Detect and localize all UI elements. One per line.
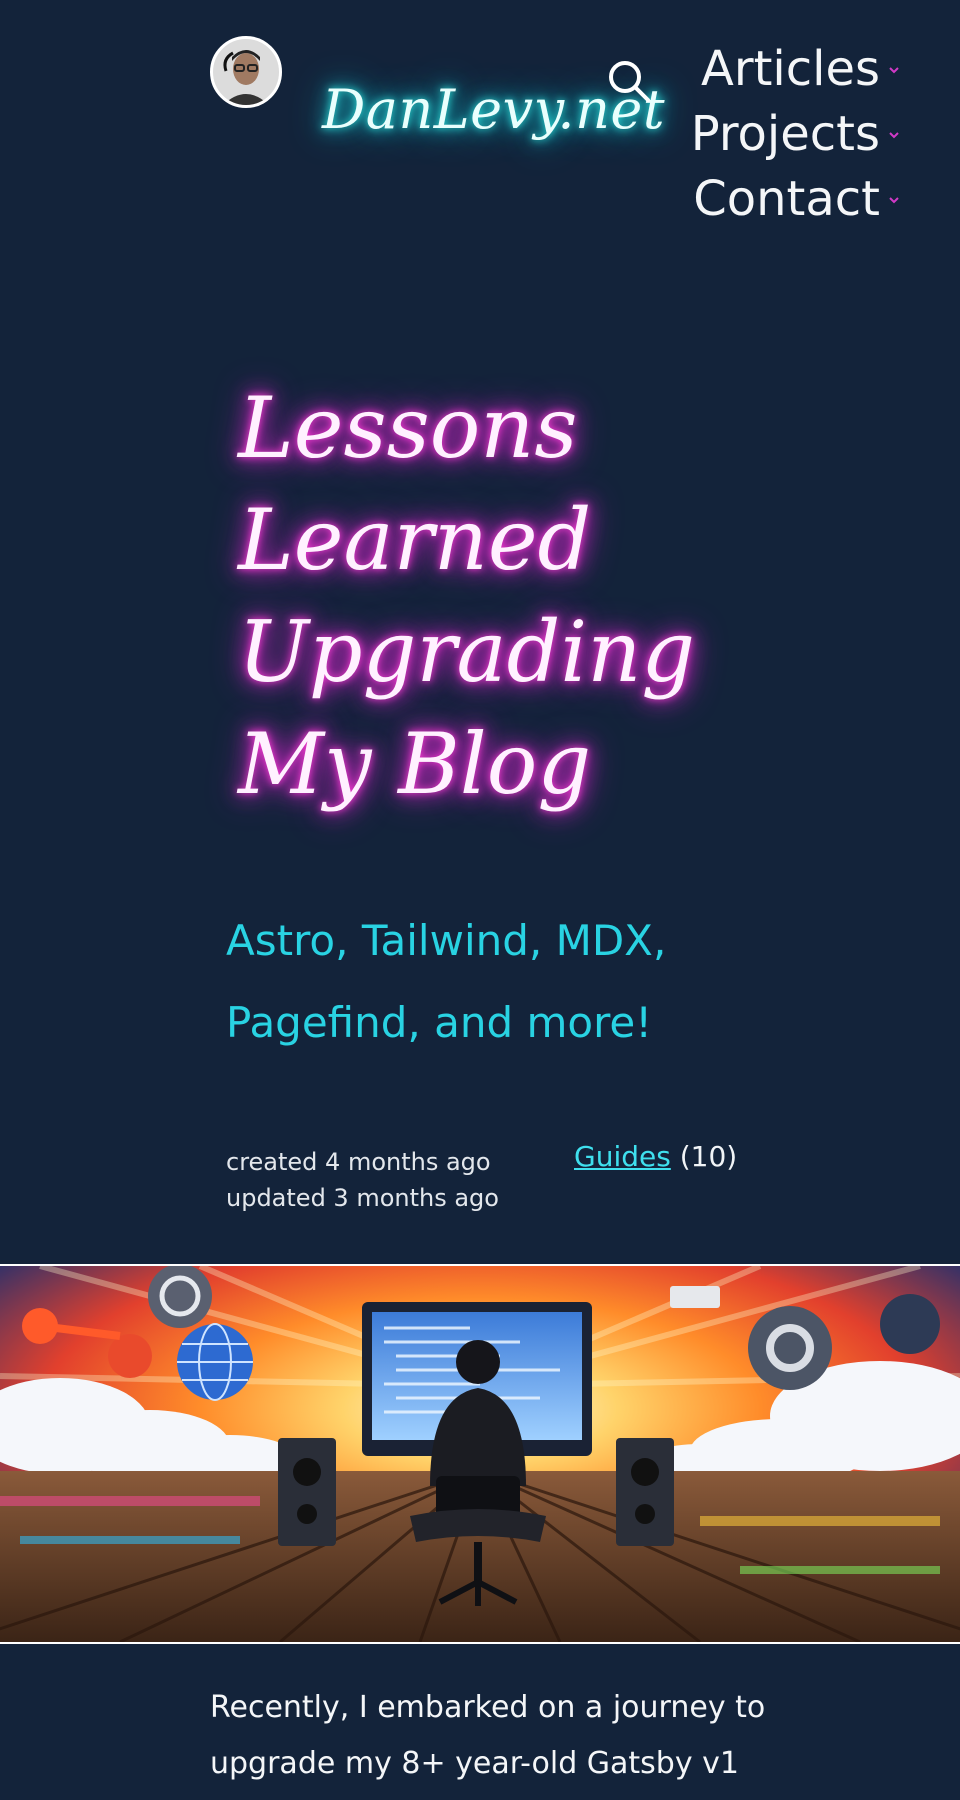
created-date: created 4 months ago — [226, 1148, 491, 1176]
chevron-down-icon — [889, 66, 899, 74]
hero-image — [0, 1264, 960, 1644]
nav-contact[interactable]: Contact — [693, 172, 900, 227]
nav-item-label: Contact — [693, 171, 880, 228]
article-dates: created 4 months ago updated 3 months ag… — [226, 1144, 499, 1216]
author-avatar[interactable] — [210, 36, 282, 108]
nav-item-label: Projects — [690, 106, 880, 163]
category-count: (10) — [679, 1140, 738, 1173]
article-category: Guides (10) — [574, 1140, 737, 1173]
search-icon[interactable] — [606, 58, 652, 104]
article-title: Lessons Learned Upgrading My Blog — [238, 379, 696, 813]
nav-articles[interactable]: Articles — [701, 41, 900, 97]
main-nav: Articles Projects Contact — [690, 41, 900, 228]
chevron-down-icon — [889, 197, 899, 204]
chevron-down-icon — [889, 132, 899, 139]
updated-date: updated 3 months ago — [226, 1184, 499, 1212]
article-subtitle: Astro, Tailwind, MDX, Pagefind, and more… — [226, 916, 667, 1047]
nav-projects[interactable]: Projects — [690, 106, 900, 163]
nav-item-label: Articles — [701, 41, 880, 97]
category-link[interactable]: Guides — [574, 1140, 671, 1173]
article-body-paragraph: Recently, I embarked on a journey to upg… — [210, 1690, 766, 1781]
